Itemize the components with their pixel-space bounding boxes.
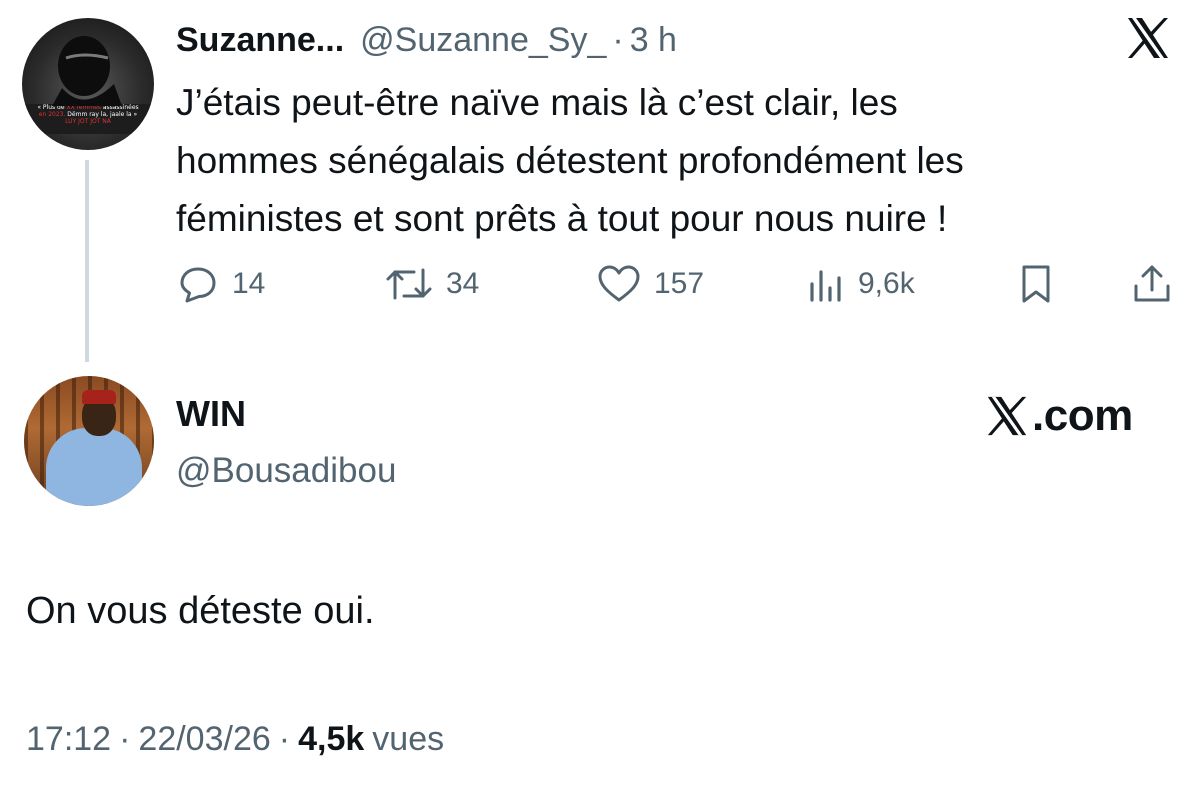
thread-line: [85, 160, 89, 362]
quoted-tweet-header: Suzanne... @Suzanne_Sy_ · 3 h: [176, 18, 677, 62]
quoted-author-name[interactable]: Suzanne...: [176, 18, 344, 62]
x-logo-icon[interactable]: [1124, 14, 1172, 62]
tweet-text-line: J’étais peut-être naïve mais là c’est cl…: [176, 82, 898, 123]
repost-icon: [386, 268, 432, 300]
like-count: 157: [654, 267, 705, 300]
quoted-tweet-text: J’étais peut-être naïve mais là c’est cl…: [176, 74, 1176, 248]
quoted-author-handle[interactable]: @Suzanne_Sy_: [360, 18, 606, 62]
tweet-text-line: féministes et sont prêts à tout pour nou…: [176, 198, 948, 239]
reply-bubble-icon: [180, 267, 216, 303]
views-button[interactable]: 9,6k: [806, 258, 915, 310]
bookmark-icon: [1022, 265, 1050, 303]
bookmark-button[interactable]: [1014, 258, 1058, 310]
views-label: vues: [372, 719, 445, 758]
views-count: 4,5k: [298, 719, 365, 758]
like-button[interactable]: 157: [596, 258, 704, 310]
tweet-actions-bar: 14 34 157 9,6k: [176, 258, 1176, 310]
reply-count: 14: [232, 267, 266, 300]
quoted-author-avatar[interactable]: « Plus de XX femmes assassinées en 2023.…: [22, 18, 154, 150]
avatar-silhouette: [52, 36, 122, 106]
tweet-text-line: hommes sénégalais détestent profondément…: [176, 140, 964, 181]
views-count: 9,6k: [858, 267, 915, 300]
bar-chart-icon: [810, 270, 841, 302]
tweet-time[interactable]: 17:12: [26, 720, 111, 759]
heart-icon: [598, 265, 640, 302]
quoted-tweet-time[interactable]: 3 h: [630, 18, 677, 62]
reply-author-handle[interactable]: @Bousadibou: [176, 448, 396, 494]
share-button[interactable]: [1130, 258, 1174, 310]
avatar-figure-hat: [82, 390, 116, 404]
avatar-figure-robe: [46, 428, 142, 506]
reply-button[interactable]: 14: [176, 258, 265, 310]
repost-count: 34: [446, 267, 480, 300]
meta-separator: ·: [278, 719, 291, 758]
reply-tweet-text: On vous déteste oui.: [26, 590, 375, 632]
reply-author-name[interactable]: WIN: [176, 392, 246, 436]
share-icon: [1134, 265, 1170, 302]
header-separator: ·: [612, 21, 624, 59]
x-com-logo[interactable]: .com: [984, 392, 1133, 440]
x-logo-icon: [987, 396, 1027, 436]
repost-button[interactable]: 34: [384, 258, 479, 310]
tweet-date[interactable]: 22/03/26: [138, 720, 270, 759]
reply-author-avatar[interactable]: [24, 376, 154, 506]
x-com-domain: .com: [1032, 391, 1133, 440]
meta-separator: ·: [119, 719, 131, 758]
reply-tweet-meta: 17:12 · 22/03/26 · 4,5k vues: [26, 714, 444, 764]
